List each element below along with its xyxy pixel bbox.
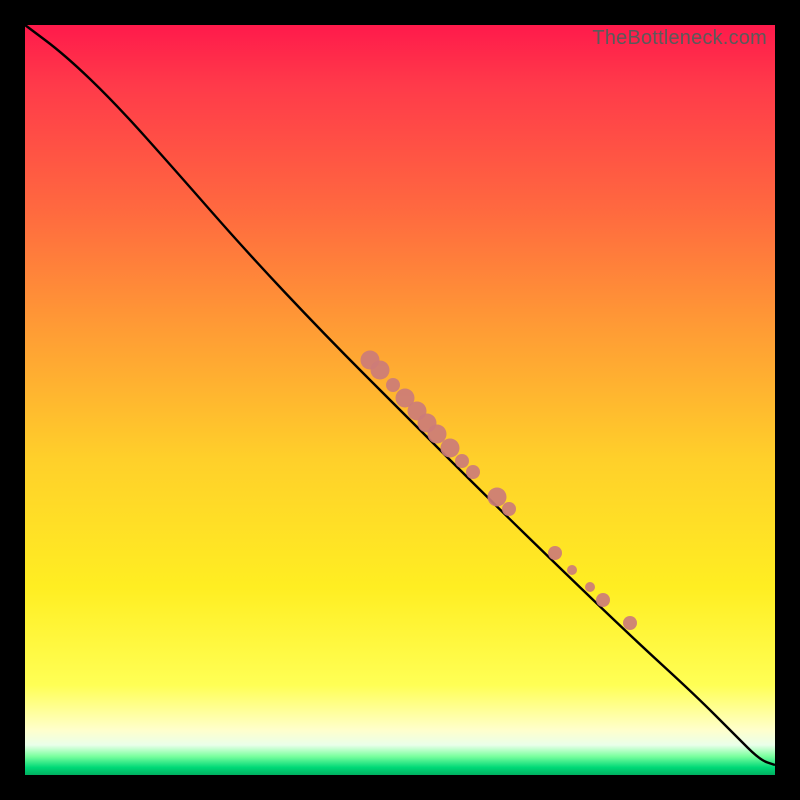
scatter-dot: [466, 465, 480, 479]
scatter-dot: [441, 439, 460, 458]
scatter-dot: [502, 502, 516, 516]
scatter-dot: [548, 546, 562, 560]
scatter-dot: [567, 565, 577, 575]
chart-svg: [25, 25, 775, 775]
scatter-dot: [386, 378, 400, 392]
scatter-dot: [455, 454, 469, 468]
scatter-dot: [623, 616, 637, 630]
scatter-dots-group: [361, 351, 638, 631]
scatter-dot: [488, 488, 507, 507]
scatter-dot: [596, 593, 610, 607]
scatter-dot: [371, 361, 390, 380]
scatter-dot: [428, 425, 447, 444]
chart-frame: TheBottleneck.com: [25, 25, 775, 775]
scatter-dot: [585, 582, 595, 592]
